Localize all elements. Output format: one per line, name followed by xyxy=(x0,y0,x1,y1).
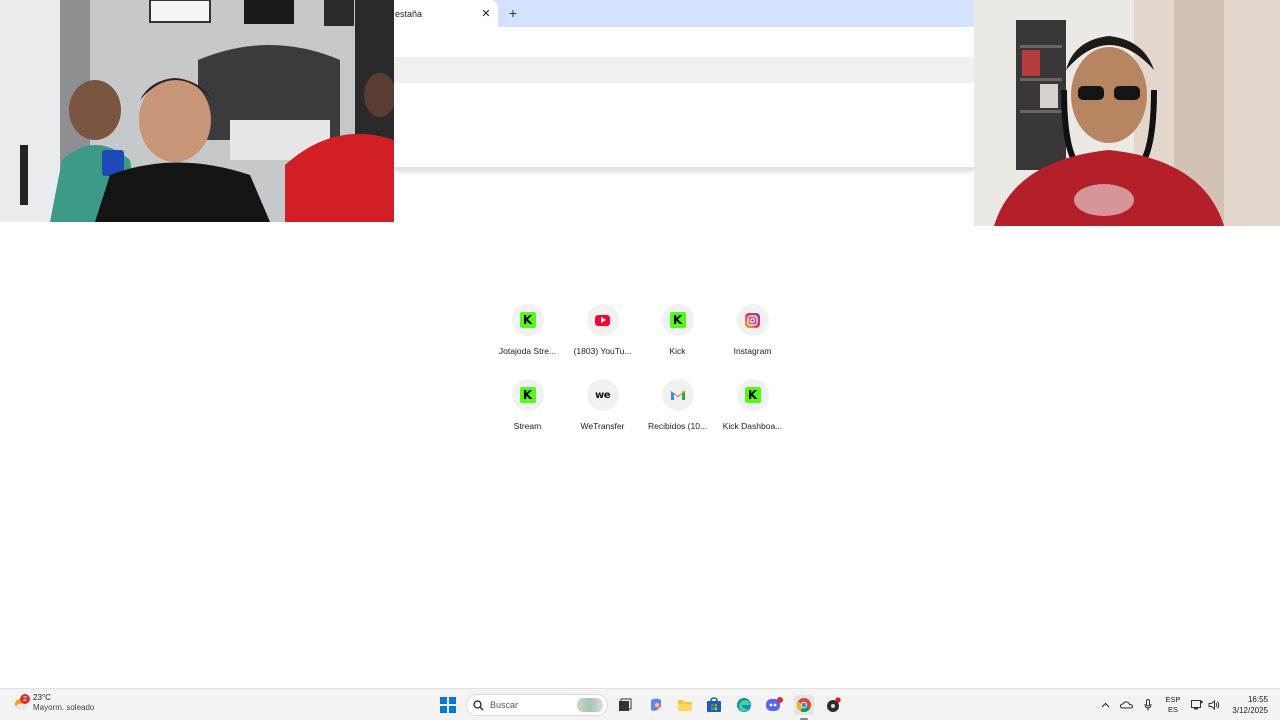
shortcut-label: WeTransfer xyxy=(580,421,625,431)
wetransfer-icon: we xyxy=(586,379,619,411)
shortcut-kick[interactable]: K Kick xyxy=(640,304,715,368)
microsoft-store-icon[interactable] xyxy=(704,695,724,715)
language-code: ESP xyxy=(1165,695,1181,704)
close-tab-icon[interactable]: ✕ xyxy=(479,7,493,21)
weather-widget[interactable]: 2 23°C Mayorm. soleado xyxy=(12,693,94,713)
webcam-right-image xyxy=(974,0,1280,226)
search-icon xyxy=(473,699,484,710)
browser-panel xyxy=(394,83,974,169)
keyboard-layout: ES xyxy=(1167,705,1178,714)
browser-tab[interactable]: estaña ✕ xyxy=(394,0,498,27)
gmail-icon xyxy=(661,379,694,411)
tab-strip: estaña ✕ + xyxy=(394,0,974,27)
weather-condition: Mayorm. soleado xyxy=(33,703,95,712)
language-indicator[interactable]: ESP ES xyxy=(1162,695,1184,715)
kick-icon: K xyxy=(511,379,544,411)
kick-icon: K xyxy=(511,304,544,336)
system-clock[interactable]: 16:55 3/12/2025 xyxy=(1226,694,1268,716)
bookmarks-bar xyxy=(394,57,974,83)
shortcut-youtube[interactable]: (1803) YouTu... xyxy=(565,304,640,368)
shortcut-kick-dashboard[interactable]: K Kick Dashboa... xyxy=(715,379,790,443)
copilot-icon[interactable] xyxy=(646,695,666,715)
shortcut-gmail[interactable]: Recibidos (10... xyxy=(640,379,715,443)
chevron-up-icon[interactable] xyxy=(1098,689,1112,720)
youtube-icon xyxy=(586,304,619,336)
shortcuts-grid: K Jotajoda Stre... (1803) YouTu... K Kic… xyxy=(490,304,790,443)
kick-icon: K xyxy=(661,304,694,336)
new-tab-button[interactable]: + xyxy=(505,5,521,21)
chrome-icon[interactable] xyxy=(794,695,814,720)
microphone-icon[interactable] xyxy=(1141,689,1155,720)
shortcut-wetransfer[interactable]: we WeTransfer xyxy=(565,379,640,443)
search-highlight-icon xyxy=(577,698,603,712)
clock-time: 16:55 xyxy=(1247,695,1268,704)
webcam-left-image xyxy=(0,0,394,222)
shortcut-stream[interactable]: K Stream xyxy=(490,379,565,443)
shortcut-label: Kick xyxy=(669,346,686,356)
file-explorer-icon[interactable] xyxy=(675,695,695,715)
tab-title: estaña xyxy=(395,8,423,19)
shortcut-label: Instagram xyxy=(733,346,772,356)
discord-icon[interactable] xyxy=(764,695,784,715)
webcam-overlay-left xyxy=(0,0,394,222)
browser-toolbar xyxy=(394,27,974,57)
network-icon[interactable] xyxy=(1190,689,1204,720)
sun-cloud-icon: 2 xyxy=(12,694,30,712)
windows-start-icon[interactable] xyxy=(440,697,456,713)
obs-record-icon[interactable] xyxy=(823,695,843,715)
shortcut-label: Jotajoda Stre... xyxy=(498,346,557,356)
volume-icon[interactable] xyxy=(1207,689,1221,720)
shortcut-jotajoda-stream[interactable]: K Jotajoda Stre... xyxy=(490,304,565,368)
shortcut-label: Stream xyxy=(513,421,542,431)
taskbar: 2 23°C Mayorm. soleado Buscar ESP ES 16:… xyxy=(0,688,1280,720)
shortcut-label: Recibidos (10... xyxy=(647,421,708,431)
weather-temperature: 23°C xyxy=(33,693,51,702)
shortcut-label: (1803) YouTu... xyxy=(573,346,632,356)
search-placeholder: Buscar xyxy=(490,700,519,710)
shortcut-label: Kick Dashboa... xyxy=(722,421,783,431)
instagram-icon xyxy=(736,304,769,336)
kick-icon: K xyxy=(736,379,769,411)
taskbar-search[interactable]: Buscar xyxy=(466,694,608,716)
onedrive-icon[interactable] xyxy=(1118,689,1134,720)
task-view-icon[interactable] xyxy=(615,695,635,715)
notification-badge: 2 xyxy=(20,694,30,704)
webcam-overlay-right xyxy=(974,0,1280,226)
edge-icon[interactable] xyxy=(734,695,754,715)
clock-date: 3/12/2025 xyxy=(1232,706,1268,715)
shortcut-instagram[interactable]: Instagram xyxy=(715,304,790,368)
